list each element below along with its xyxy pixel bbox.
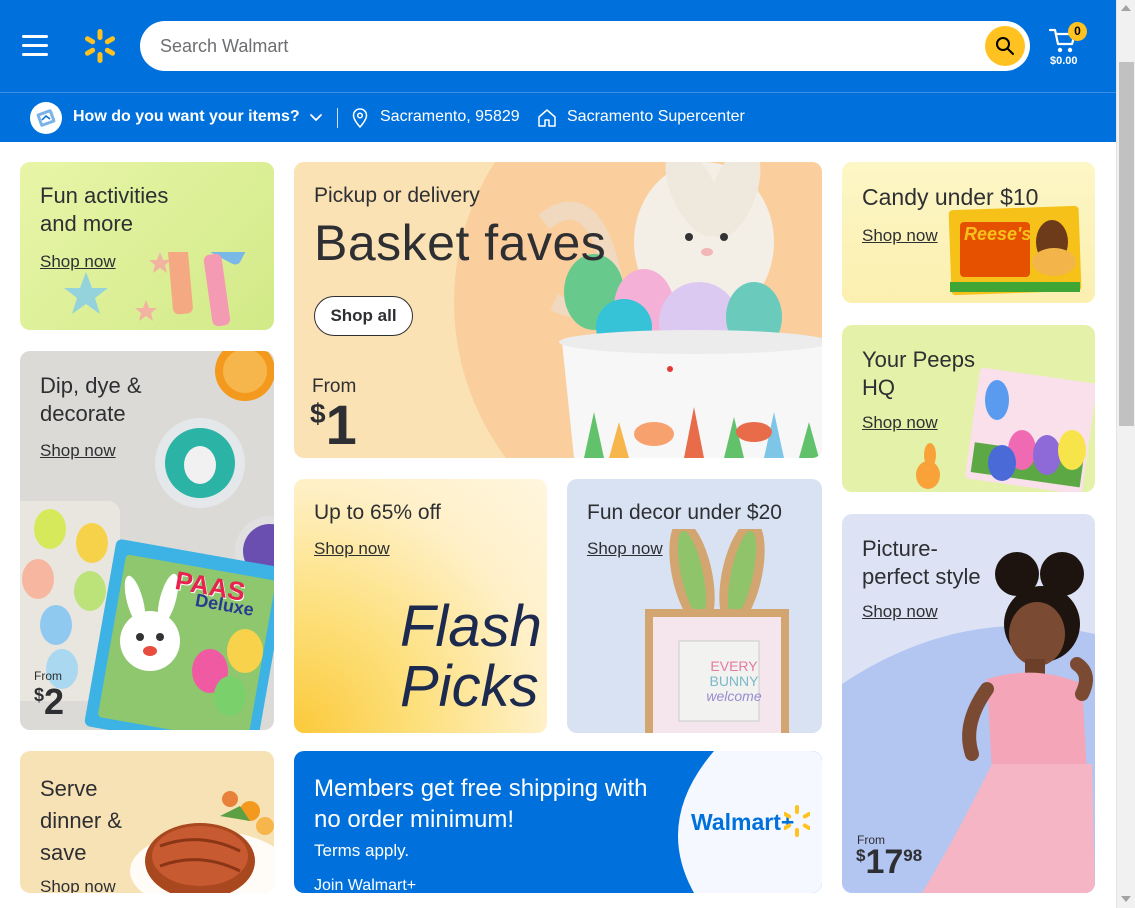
terms-text: Terms apply.	[314, 841, 410, 860]
banner-title: Members get free shipping with no order …	[314, 775, 648, 833]
spark-icon	[784, 805, 810, 837]
top-header: 0 $0.00	[0, 0, 1116, 92]
store-icon	[538, 109, 556, 127]
card-title: Picture- perfect style	[862, 536, 981, 589]
price: $1798	[856, 843, 923, 881]
fulfillment-icon	[30, 102, 62, 134]
sign-text: EVERY BUNNY welcome	[706, 658, 762, 704]
fulfillment-bar: How do you want your items? Sacramento, …	[0, 92, 1116, 142]
ham-illustration	[130, 791, 274, 893]
shop-now-link[interactable]: Shop now	[40, 877, 116, 893]
basket-faves-card[interactable]: Pickup or delivery Basket faves Shop all…	[294, 162, 822, 458]
card-title: Up to 65% off	[314, 501, 441, 524]
cart-total: $0.00	[1050, 55, 1078, 67]
price: $1	[310, 393, 357, 456]
scroll-thumb[interactable]	[1119, 62, 1134, 426]
card-title: Fun decor under $20	[587, 501, 782, 524]
search-input[interactable]	[160, 21, 980, 71]
search-bar	[140, 21, 1030, 71]
fun-decor-card[interactable]: Fun decor under $20 Shop now EVERY BUNNY…	[567, 479, 822, 733]
card-title: Serve dinner & save	[40, 776, 122, 865]
location-pin-icon	[352, 108, 368, 128]
candy-card[interactable]: Candy under $10 Shop now Reese's	[842, 162, 1095, 303]
shop-now-link[interactable]: Shop now	[314, 539, 390, 559]
shop-all-button[interactable]: Shop all	[314, 296, 413, 336]
picture-perfect-card[interactable]: Picture- perfect style Shop now From $17…	[842, 514, 1095, 893]
peeps-card[interactable]: Your Peeps HQ Shop now	[842, 325, 1095, 492]
flash-picks-card[interactable]: Up to 65% off Shop now Flash Picks	[294, 479, 547, 733]
join-walmart-plus-link[interactable]: Join Walmart+	[314, 877, 416, 893]
walmart-plus-banner[interactable]: Members get free shipping with no order …	[294, 751, 822, 893]
dip-dye-card[interactable]: Dip, dye & decorate Shop now PAAS Deluxe…	[20, 351, 274, 730]
reeses-label: Reese's	[964, 224, 1032, 244]
cart-button[interactable]: 0 $0.00	[1048, 22, 1088, 72]
flash-picks-graphic: Flash Picks	[400, 594, 542, 719]
peeps-illustration	[916, 367, 1095, 492]
cart-count-badge: 0	[1068, 22, 1087, 41]
walmart-plus-logo: Walmart+	[691, 809, 795, 835]
basket-title: Basket faves	[314, 215, 607, 271]
search-icon	[996, 37, 1014, 55]
divider	[337, 108, 338, 128]
shop-now-link[interactable]: Shop now	[862, 602, 938, 622]
search-button[interactable]	[985, 26, 1025, 66]
page-scrollbar[interactable]	[1116, 0, 1135, 908]
price: $2	[34, 681, 65, 722]
card-title: Fun activities and more	[40, 183, 169, 236]
walmart-spark-logo[interactable]	[82, 28, 118, 64]
fun-activities-card[interactable]: Fun activities and more Shop now	[20, 162, 274, 330]
scroll-down-arrow-icon[interactable]	[1121, 896, 1131, 902]
basket-eyebrow: Pickup or delivery	[314, 184, 480, 207]
chalk-illustration	[64, 252, 246, 327]
fulfillment-prompt[interactable]: How do you want your items?	[73, 108, 300, 126]
reeses-bag-illustration	[948, 205, 1082, 296]
walmart-homepage: 0 $0.00 How do you want your items? Sacr…	[0, 0, 1135, 908]
shop-now-link[interactable]: Shop now	[862, 226, 938, 246]
menu-icon[interactable]	[22, 35, 48, 57]
location-text[interactable]: Sacramento, 95829	[380, 108, 520, 126]
chevron-down-icon[interactable]	[309, 112, 323, 124]
serve-dinner-card[interactable]: Serve dinner & save Shop now	[20, 751, 274, 893]
scroll-up-arrow-icon[interactable]	[1121, 5, 1131, 11]
store-text[interactable]: Sacramento Supercenter	[567, 108, 745, 126]
